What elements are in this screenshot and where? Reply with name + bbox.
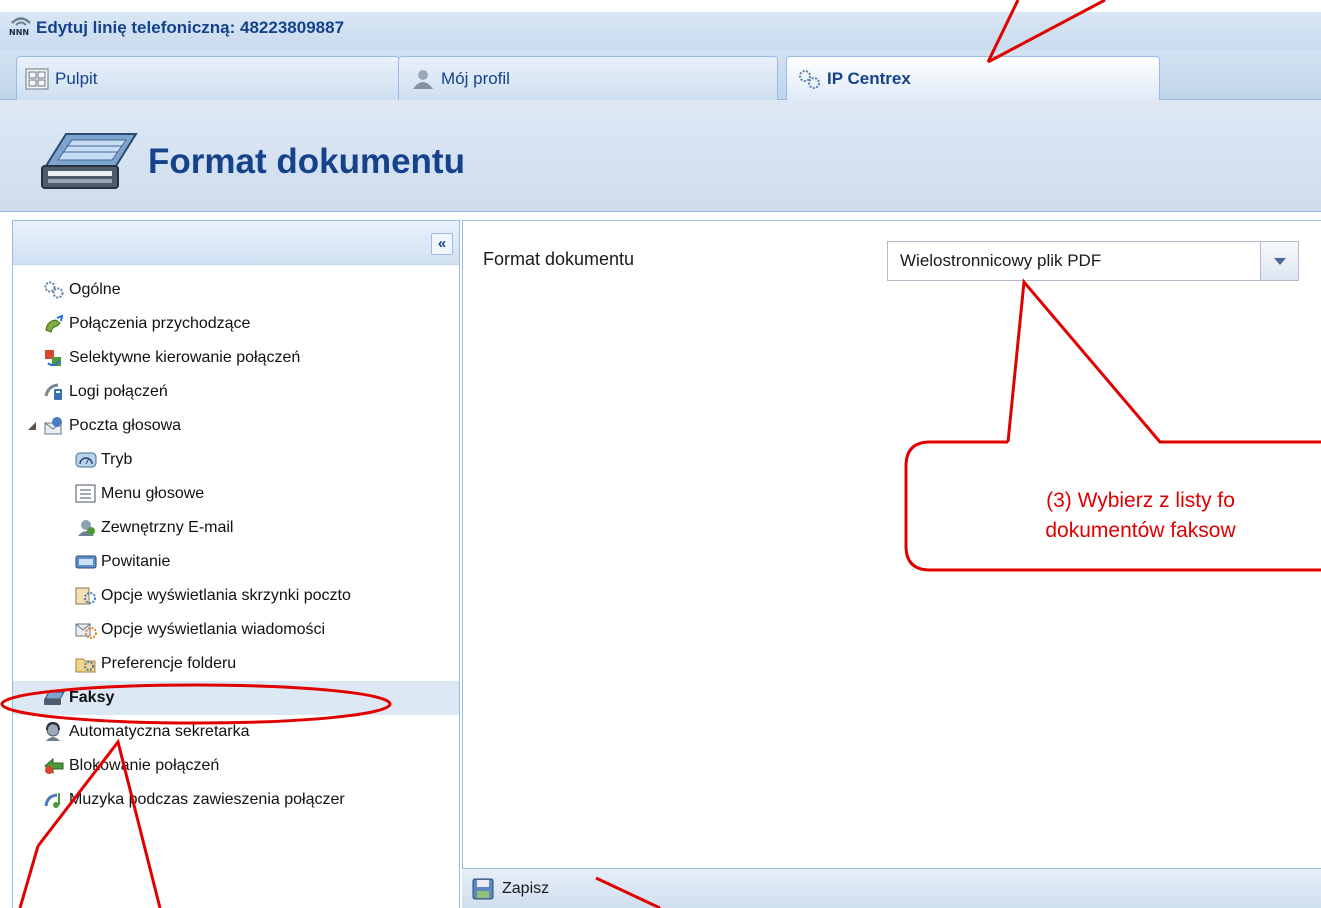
sidebar-item-label: Zewnętrzny E-mail: [101, 519, 234, 536]
bottom-toolbar: Zapisz: [462, 868, 1321, 908]
sidebar-item-label: Opcje wyświetlania skrzynki poczto: [101, 587, 351, 604]
call-blocking-icon: [44, 757, 64, 775]
sidebar-item-mode[interactable]: Tryb: [13, 443, 459, 477]
fax-machine-icon: [41, 133, 138, 189]
nav-tree: Ogólne Połączenia przychodzące Selektywn…: [13, 265, 459, 817]
external-email-icon: [78, 520, 95, 536]
sidebar-item-label: Tryb: [101, 451, 133, 468]
sidebar-item-label: Muzyka podczas zawieszenia połączer: [69, 791, 345, 808]
message-display-icon: [75, 623, 97, 639]
auto-attendant-icon: [46, 722, 60, 741]
sidebar-item-voicemail[interactable]: Poczta głosowa: [13, 409, 459, 443]
chevron-down-icon[interactable]: [1260, 242, 1298, 280]
sidebar-item-greeting[interactable]: Powitanie: [13, 545, 459, 579]
sidebar-item-label: Faksy: [69, 689, 115, 706]
mailbox-display-icon: [75, 587, 96, 605]
sidebar-item-external-email[interactable]: Zewnętrzny E-mail: [13, 511, 459, 545]
folder-preferences-icon: [75, 658, 96, 673]
voice-menu-icon: [75, 484, 96, 503]
sidebar-item-faxes[interactable]: Faksy: [13, 681, 459, 715]
tab-ip-centrex[interactable]: IP Centrex: [786, 56, 1160, 100]
sidebar-item-label: Blokowanie połączeń: [69, 757, 220, 774]
sidebar-item-call-logs[interactable]: Logi połączeń: [13, 375, 459, 409]
collapse-triangle-icon[interactable]: [28, 422, 36, 430]
sidebar-item-auto-attendant[interactable]: Automatyczna sekretarka: [13, 715, 459, 749]
sidebar-nav: « Ogólne Połączenia przychodzące Selekty…: [12, 220, 460, 908]
sidebar-item-label: Poczta głosowa: [69, 417, 182, 434]
floppy-save-icon[interactable]: [472, 878, 494, 900]
mode-gauge-icon: [75, 452, 97, 468]
tab-strip: Pulpit Mój profil IP Centrex: [0, 50, 1321, 100]
tab-label: Pulpit: [55, 68, 98, 88]
sidebar-item-ogolne[interactable]: Ogólne: [13, 273, 459, 307]
gears-icon: [799, 69, 820, 89]
call-routing-icon: [45, 350, 61, 367]
sidebar-item-label: Preferencje folderu: [101, 655, 237, 672]
annotation-line-1: (3) Wybierz z listy fo: [1046, 489, 1235, 512]
window-titlebar: NNN Edytuj linię telefoniczną: 482238098…: [0, 0, 1321, 50]
sidebar-item-label: Logi połączeń: [69, 383, 168, 400]
sidebar-item-music-on-hold[interactable]: Muzyka podczas zawieszenia połączer: [13, 783, 459, 817]
annotation-callout-text: (3) Wybierz z listy fo dokumentów faksow: [900, 486, 1321, 546]
sidebar-item-label: Połączenia przychodzące: [69, 315, 251, 332]
page-title: Format dokumentu: [148, 142, 465, 181]
tab-my-profile[interactable]: Mój profil: [398, 56, 778, 100]
window-title: Edytuj linię telefoniczną: 48223809887: [36, 18, 345, 37]
save-button[interactable]: Zapisz: [502, 880, 549, 898]
sidebar-item-label: Menu głosowe: [101, 485, 205, 502]
sidebar-header: «: [13, 221, 459, 265]
sidebar-item-voice-menu[interactable]: Menu głosowe: [13, 477, 459, 511]
sidebar-item-folder-preferences[interactable]: Preferencje folderu: [13, 647, 459, 681]
tab-pulpit[interactable]: Pulpit: [16, 56, 400, 100]
dashboard-icon: [25, 68, 49, 89]
main-panel: Format dokumentu Wielostronnicowy plik P…: [462, 220, 1321, 908]
sidebar-item-call-blocking[interactable]: Blokowanie połączeń: [13, 749, 459, 783]
sidebar-item-mailbox-display-options[interactable]: Opcje wyświetlania skrzynki poczto: [13, 579, 459, 613]
select-value: Wielostronnicowy plik PDF: [900, 251, 1102, 270]
sidebar-item-selective-routing[interactable]: Selektywne kierowanie połączeń: [13, 341, 459, 375]
tab-label: Mój profil: [441, 68, 510, 88]
annotation-line-2: dokumentów faksow: [1045, 519, 1236, 542]
tab-label: IP Centrex: [827, 68, 911, 88]
page-header: Format dokumentu: [0, 100, 1321, 212]
greeting-icon: [75, 555, 97, 569]
sidebar-item-message-display-options[interactable]: Opcje wyświetlania wiadomości: [13, 613, 459, 647]
sidebar-item-incoming-calls[interactable]: Połączenia przychodzące: [13, 307, 459, 341]
voicemail-icon: [44, 417, 62, 435]
document-format-select[interactable]: Wielostronnicowy plik PDF: [887, 241, 1299, 281]
fax-icon: [44, 691, 65, 705]
document-format-label: Format dokumentu: [483, 249, 635, 269]
call-log-icon: [44, 383, 62, 400]
sidebar-item-label: Automatyczna sekretarka: [69, 723, 250, 740]
sidebar-item-label: Opcje wyświetlania wiadomości: [101, 621, 326, 638]
gears-icon: [44, 281, 64, 299]
svg-text:NNN: NNN: [9, 28, 29, 36]
sidebar-item-label: Ogólne: [69, 281, 121, 298]
collapse-sidebar-button[interactable]: «: [431, 233, 453, 255]
sidebar-item-label: Powitanie: [101, 553, 171, 570]
incoming-call-icon: [45, 314, 64, 333]
phone-line-icon: NNN: [9, 17, 31, 36]
music-on-hold-icon: [44, 793, 60, 808]
user-profile-icon: [413, 69, 433, 89]
sidebar-item-label: Selektywne kierowanie połączeń: [69, 349, 301, 366]
